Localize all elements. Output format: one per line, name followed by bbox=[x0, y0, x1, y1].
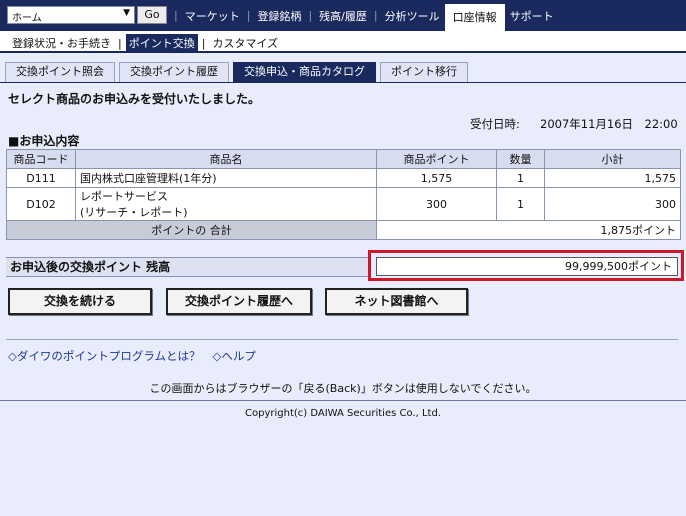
cell-subtotal: 1,575 bbox=[544, 168, 681, 188]
nav-item-balance-history[interactable]: 残高/履歴 bbox=[314, 8, 372, 24]
header-code: 商品コード bbox=[6, 149, 76, 169]
cell-points: 1,575 bbox=[376, 168, 497, 188]
cell-code: D102 bbox=[6, 187, 76, 221]
nav-separator: | bbox=[308, 9, 313, 22]
table-header-row: 商品コード 商品名 商品ポイント 数量 小計 bbox=[6, 149, 681, 169]
subnav-item-registration[interactable]: 登録状況・お手続き bbox=[9, 34, 114, 52]
net-library-button[interactable]: ネット図書館へ bbox=[325, 288, 468, 315]
nav-item-analysis-tools[interactable]: 分析ツール bbox=[380, 8, 445, 24]
point-program-link[interactable]: ◇ダイワのポイントプログラムとは？ bbox=[8, 348, 201, 364]
tab-divider bbox=[0, 82, 686, 83]
cell-name-line2: (リサーチ・レポート) bbox=[80, 206, 188, 219]
chevron-down-icon: ▼ bbox=[123, 8, 130, 18]
nav-item-market[interactable]: マーケット bbox=[180, 8, 245, 24]
subnav-item-customize[interactable]: カスタマイズ bbox=[209, 34, 281, 52]
cell-points: 300 bbox=[376, 187, 497, 221]
help-links: ◇ダイワのポイントプログラムとは？ ◇ヘルプ bbox=[8, 348, 256, 364]
tab-point-transfer[interactable]: ポイント移行 bbox=[380, 62, 468, 82]
sub-navigation-bar: 登録状況・お手続き | ポイント交換 | カスタマイズ bbox=[0, 31, 686, 53]
continue-exchange-button[interactable]: 交換を続ける bbox=[8, 288, 152, 315]
cell-qty: 1 bbox=[496, 187, 545, 221]
nav-item-support[interactable]: サポート bbox=[505, 8, 559, 24]
tab-point-history[interactable]: 交換ポイント履歴 bbox=[119, 62, 229, 82]
sub-nav: 登録状況・お手続き | ポイント交換 | カスタマイズ bbox=[9, 34, 281, 52]
help-link[interactable]: ◇ヘルプ bbox=[213, 348, 256, 364]
balance-label: お申込後の交換ポイント 残高 bbox=[6, 257, 368, 277]
cell-name: レポートサービス (リサーチ・レポート) bbox=[75, 187, 377, 221]
subnav-separator: | bbox=[201, 36, 206, 50]
tab-bar: 交換ポイント照会 交換ポイント履歴 交換申込・商品カタログ ポイント移行 bbox=[5, 62, 468, 82]
page-select[interactable]: ホーム ▼ bbox=[7, 6, 135, 24]
point-history-button[interactable]: 交換ポイント履歴へ bbox=[166, 288, 312, 315]
main-nav: | マーケット | 登録銘柄 | 残高/履歴 | 分析ツール 口座情報 サポート bbox=[172, 0, 559, 31]
page-select-value: ホーム bbox=[12, 13, 42, 24]
total-value: 1,875ポイント bbox=[376, 220, 681, 240]
subnav-item-point-exchange[interactable]: ポイント交換 bbox=[125, 34, 198, 52]
top-navigation-bar: ホーム ▼ Go | マーケット | 登録銘柄 | 残高/履歴 | 分析ツール … bbox=[0, 0, 686, 31]
copyright: Copyright(c) DAIWA Securities Co., Ltd. bbox=[245, 408, 441, 419]
tab-point-inquiry[interactable]: 交換ポイント照会 bbox=[5, 62, 115, 82]
header-name: 商品名 bbox=[75, 149, 377, 169]
subnav-separator: | bbox=[118, 36, 122, 50]
total-row: ポイントの 合計 1,875ポイント bbox=[6, 220, 681, 240]
nav-separator: | bbox=[174, 9, 178, 22]
tab-exchange-catalog[interactable]: 交換申込・商品カタログ bbox=[233, 62, 376, 82]
table-row: D102 レポートサービス (リサーチ・レポート) 300 1 300 bbox=[6, 187, 681, 221]
total-label: ポイントの 合計 bbox=[6, 220, 377, 240]
footer-divider bbox=[0, 400, 686, 401]
order-table: 商品コード 商品名 商品ポイント 数量 小計 D111 国内株式口座管理料(1年… bbox=[6, 149, 681, 240]
balance-value: 99,999,500ポイント bbox=[376, 257, 678, 276]
header-qty: 数量 bbox=[496, 149, 545, 169]
header-points: 商品ポイント bbox=[376, 149, 497, 169]
cell-qty: 1 bbox=[496, 168, 545, 188]
cell-name-line1: レポートサービス bbox=[80, 190, 168, 203]
table-row: D111 国内株式口座管理料(1年分) 1,575 1 1,575 bbox=[6, 168, 681, 188]
received-date-label: 受付日時: bbox=[470, 117, 520, 131]
divider bbox=[6, 339, 678, 340]
nav-separator: | bbox=[246, 9, 251, 22]
cell-subtotal: 300 bbox=[544, 187, 681, 221]
go-button[interactable]: Go bbox=[137, 6, 167, 24]
cell-code: D111 bbox=[6, 168, 76, 188]
section-title: ■お申込内容 bbox=[8, 134, 80, 148]
back-button-notice: この画面からはブラウザーの「戻る(Back)」ボタンは使用しないでください。 bbox=[149, 382, 537, 395]
nav-item-registered-stocks[interactable]: 登録銘柄 bbox=[252, 8, 306, 24]
received-date-value: 2007年11月16日 22:00 bbox=[540, 117, 678, 131]
nav-separator: | bbox=[373, 9, 378, 22]
nav-item-account-info[interactable]: 口座情報 bbox=[444, 4, 505, 31]
header-subtotal: 小計 bbox=[544, 149, 681, 169]
confirmation-message: セレクト商品のお申込みを受付いたしました。 bbox=[8, 92, 261, 106]
cell-name: 国内株式口座管理料(1年分) bbox=[75, 168, 377, 188]
